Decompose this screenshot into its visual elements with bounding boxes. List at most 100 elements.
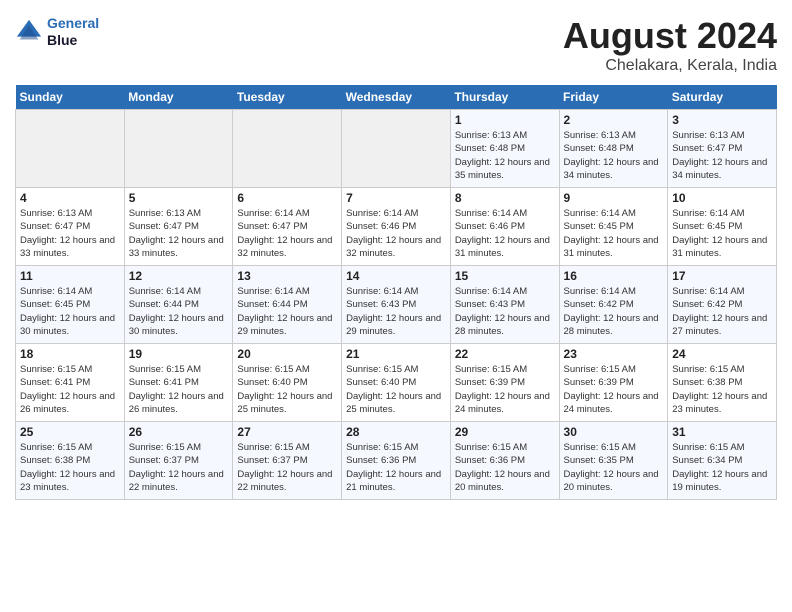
day-info: Sunrise: 6:15 AM Sunset: 6:39 PM Dayligh… — [564, 363, 664, 416]
day-info: Sunrise: 6:13 AM Sunset: 6:47 PM Dayligh… — [672, 129, 772, 182]
day-number: 18 — [20, 347, 120, 361]
calendar-table: SundayMondayTuesdayWednesdayThursdayFrid… — [15, 85, 777, 500]
day-info: Sunrise: 6:15 AM Sunset: 6:39 PM Dayligh… — [455, 363, 555, 416]
calendar-cell: 25Sunrise: 6:15 AM Sunset: 6:38 PM Dayli… — [16, 422, 125, 500]
day-number: 5 — [129, 191, 229, 205]
calendar-cell: 28Sunrise: 6:15 AM Sunset: 6:36 PM Dayli… — [342, 422, 451, 500]
day-info: Sunrise: 6:15 AM Sunset: 6:37 PM Dayligh… — [129, 441, 229, 494]
day-number: 20 — [237, 347, 337, 361]
day-info: Sunrise: 6:14 AM Sunset: 6:42 PM Dayligh… — [672, 285, 772, 338]
day-info: Sunrise: 6:14 AM Sunset: 6:45 PM Dayligh… — [672, 207, 772, 260]
calendar-cell: 14Sunrise: 6:14 AM Sunset: 6:43 PM Dayli… — [342, 266, 451, 344]
calendar-cell: 16Sunrise: 6:14 AM Sunset: 6:42 PM Dayli… — [559, 266, 668, 344]
calendar-cell: 1 Sunrise: 6:13 AM Sunset: 6:48 PM Daylig… — [450, 110, 559, 188]
calendar-header-row: SundayMondayTuesdayWednesdayThursdayFrid… — [16, 85, 777, 110]
day-info: Sunrise: 6:13 AM Sunset: 6:47 PM Dayligh… — [20, 207, 120, 260]
day-number: 1 — [455, 113, 555, 127]
calendar-cell: 9 Sunrise: 6:14 AM Sunset: 6:45 PM Daylig… — [559, 188, 668, 266]
page-container: General Blue August 2024 Chelakara, Kera… — [0, 0, 792, 510]
day-number: 27 — [237, 425, 337, 439]
day-info: Sunrise: 6:14 AM Sunset: 6:42 PM Dayligh… — [564, 285, 664, 338]
calendar-cell — [342, 110, 451, 188]
calendar-week-4: 18 Sunrise: 6:15 AM Sunset: 6:41 PM Dayli… — [16, 344, 777, 422]
day-number: 21 — [346, 347, 446, 361]
day-info: Sunrise: 6:15 AM Sunset: 6:41 PM Dayligh… — [20, 363, 120, 416]
calendar-cell: 12 Sunrise: 6:14 AM Sunset: 6:44 PM Dayli… — [124, 266, 233, 344]
day-info: Sunrise: 6:14 AM Sunset: 6:45 PM Dayligh… — [564, 207, 664, 260]
header-cell-tuesday: Tuesday — [233, 85, 342, 110]
calendar-cell: 17 Sunrise: 6:14 AM Sunset: 6:42 PM Dayli… — [668, 266, 777, 344]
day-number: 11 — [20, 269, 120, 283]
calendar-body: 1 Sunrise: 6:13 AM Sunset: 6:48 PM Daylig… — [16, 110, 777, 500]
day-info: Sunrise: 6:13 AM Sunset: 6:48 PM Dayligh… — [564, 129, 664, 182]
calendar-cell: 31 Sunrise: 6:15 AM Sunset: 6:34 PM Dayli… — [668, 422, 777, 500]
calendar-cell: 7Sunrise: 6:14 AM Sunset: 6:46 PM Daylig… — [342, 188, 451, 266]
day-info: Sunrise: 6:14 AM Sunset: 6:47 PM Dayligh… — [237, 207, 337, 260]
title-block: August 2024 Chelakara, Kerala, India — [563, 15, 777, 75]
calendar-cell: 26 Sunrise: 6:15 AM Sunset: 6:37 PM Dayli… — [124, 422, 233, 500]
calendar-cell: 20 Sunrise: 6:15 AM Sunset: 6:40 PM Dayli… — [233, 344, 342, 422]
day-info: Sunrise: 6:13 AM Sunset: 6:47 PM Dayligh… — [129, 207, 229, 260]
day-number: 26 — [129, 425, 229, 439]
day-info: Sunrise: 6:14 AM Sunset: 6:43 PM Dayligh… — [346, 285, 446, 338]
calendar-cell: 4 Sunrise: 6:13 AM Sunset: 6:47 PM Daylig… — [16, 188, 125, 266]
day-info: Sunrise: 6:14 AM Sunset: 6:44 PM Dayligh… — [129, 285, 229, 338]
day-number: 9 — [564, 191, 664, 205]
day-info: Sunrise: 6:15 AM Sunset: 6:40 PM Dayligh… — [346, 363, 446, 416]
day-number: 22 — [455, 347, 555, 361]
page-header: General Blue August 2024 Chelakara, Kera… — [15, 15, 777, 75]
day-number: 2 — [564, 113, 664, 127]
day-info: Sunrise: 6:15 AM Sunset: 6:35 PM Dayligh… — [564, 441, 664, 494]
logo-text: General Blue — [47, 15, 99, 49]
day-info: Sunrise: 6:13 AM Sunset: 6:48 PM Dayligh… — [455, 129, 555, 182]
header-cell-friday: Friday — [559, 85, 668, 110]
day-number: 24 — [672, 347, 772, 361]
calendar-cell: 15 Sunrise: 6:14 AM Sunset: 6:43 PM Dayli… — [450, 266, 559, 344]
day-number: 12 — [129, 269, 229, 283]
subtitle: Chelakara, Kerala, India — [563, 57, 777, 75]
header-cell-sunday: Sunday — [16, 85, 125, 110]
day-info: Sunrise: 6:15 AM Sunset: 6:34 PM Dayligh… — [672, 441, 772, 494]
calendar-cell: 2 Sunrise: 6:13 AM Sunset: 6:48 PM Daylig… — [559, 110, 668, 188]
day-number: 30 — [564, 425, 664, 439]
calendar-cell: 23Sunrise: 6:15 AM Sunset: 6:39 PM Dayli… — [559, 344, 668, 422]
day-number: 31 — [672, 425, 772, 439]
calendar-cell: 18 Sunrise: 6:15 AM Sunset: 6:41 PM Dayli… — [16, 344, 125, 422]
day-number: 3 — [672, 113, 772, 127]
day-info: Sunrise: 6:15 AM Sunset: 6:40 PM Dayligh… — [237, 363, 337, 416]
header-cell-thursday: Thursday — [450, 85, 559, 110]
day-number: 4 — [20, 191, 120, 205]
day-info: Sunrise: 6:15 AM Sunset: 6:41 PM Dayligh… — [129, 363, 229, 416]
day-number: 15 — [455, 269, 555, 283]
day-info: Sunrise: 6:15 AM Sunset: 6:36 PM Dayligh… — [346, 441, 446, 494]
calendar-cell: 13Sunrise: 6:14 AM Sunset: 6:44 PM Dayli… — [233, 266, 342, 344]
day-number: 17 — [672, 269, 772, 283]
day-number: 8 — [455, 191, 555, 205]
day-info: Sunrise: 6:15 AM Sunset: 6:37 PM Dayligh… — [237, 441, 337, 494]
day-number: 19 — [129, 347, 229, 361]
day-number: 6 — [237, 191, 337, 205]
calendar-cell: 29 Sunrise: 6:15 AM Sunset: 6:36 PM Dayli… — [450, 422, 559, 500]
day-info: Sunrise: 6:14 AM Sunset: 6:43 PM Dayligh… — [455, 285, 555, 338]
calendar-week-5: 25Sunrise: 6:15 AM Sunset: 6:38 PM Dayli… — [16, 422, 777, 500]
calendar-cell: 24Sunrise: 6:15 AM Sunset: 6:38 PM Dayli… — [668, 344, 777, 422]
calendar-cell: 6 Sunrise: 6:14 AM Sunset: 6:47 PM Daylig… — [233, 188, 342, 266]
header-cell-monday: Monday — [124, 85, 233, 110]
calendar-cell: 11Sunrise: 6:14 AM Sunset: 6:45 PM Dayli… — [16, 266, 125, 344]
calendar-cell — [233, 110, 342, 188]
day-info: Sunrise: 6:14 AM Sunset: 6:46 PM Dayligh… — [455, 207, 555, 260]
calendar-week-1: 1 Sunrise: 6:13 AM Sunset: 6:48 PM Daylig… — [16, 110, 777, 188]
calendar-cell: 21 Sunrise: 6:15 AM Sunset: 6:40 PM Dayli… — [342, 344, 451, 422]
calendar-cell: 8 Sunrise: 6:14 AM Sunset: 6:46 PM Daylig… — [450, 188, 559, 266]
day-number: 29 — [455, 425, 555, 439]
day-info: Sunrise: 6:15 AM Sunset: 6:36 PM Dayligh… — [455, 441, 555, 494]
calendar-week-2: 4 Sunrise: 6:13 AM Sunset: 6:47 PM Daylig… — [16, 188, 777, 266]
day-number: 13 — [237, 269, 337, 283]
calendar-week-3: 11Sunrise: 6:14 AM Sunset: 6:45 PM Dayli… — [16, 266, 777, 344]
main-title: August 2024 — [563, 15, 777, 57]
calendar-cell: 30 Sunrise: 6:15 AM Sunset: 6:35 PM Dayli… — [559, 422, 668, 500]
calendar-cell: 19 Sunrise: 6:15 AM Sunset: 6:41 PM Dayli… — [124, 344, 233, 422]
day-number: 7 — [346, 191, 446, 205]
logo: General Blue — [15, 15, 99, 49]
header-cell-wednesday: Wednesday — [342, 85, 451, 110]
